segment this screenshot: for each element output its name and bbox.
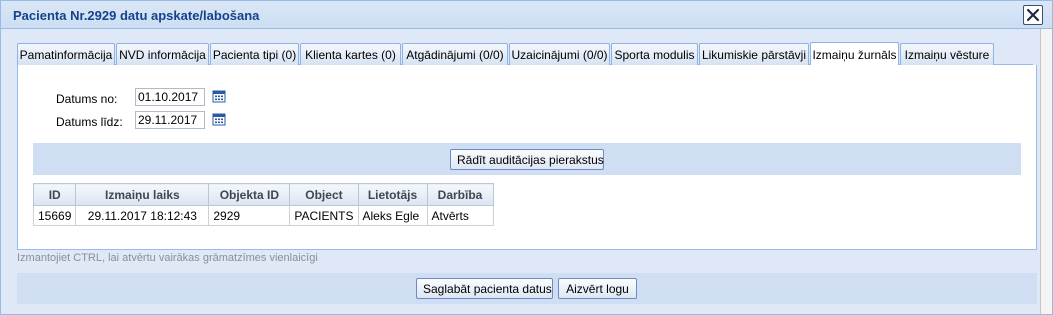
table-header-row: ID Izmaiņu laiks Objekta ID Object Lieto… [32,183,494,206]
audit-log-panel: Datums no: Datums līdz: Rādīt auditācija… [17,65,1037,250]
show-audit-records-button[interactable]: Rādīt auditācijas pierakstus [450,149,604,170]
tab-likumiskie-parstavji[interactable]: Likumiskie pārstāvji [699,43,809,65]
table-row[interactable]: 15669 29.11.2017 18:12:43 2929 PACIENTS … [32,205,494,226]
tab-atgadinajumi[interactable]: Atgādinājumi (0/0) [402,43,508,65]
audit-table: ID Izmaiņu laiks Objekta ID Object Lieto… [32,183,494,226]
cell-id: 15669 [32,205,77,226]
ctrl-hint-text: Izmantojiet CTRL, lai atvērtu vairākas g… [17,252,318,264]
date-from-label: Datums no: [56,92,118,106]
close-icon [1026,8,1040,22]
save-patient-button[interactable]: Saglabāt pacienta datus [416,278,553,299]
close-window-button[interactable] [1023,5,1043,25]
date-to-field[interactable] [135,111,205,129]
tab-nvd-informacija[interactable]: NVD informācija [116,43,209,65]
column-header-id[interactable]: ID [32,183,77,206]
date-to-label: Datums līdz: [56,115,123,129]
tab-izmainu-zurnals[interactable]: Izmaiņu žurnāls [810,42,899,66]
tab-sporta-modulis[interactable]: Sporta modulis [611,43,698,65]
calendar-icon[interactable] [212,89,226,103]
tab-klienta-kartes[interactable]: Klienta kartes (0) [300,43,401,65]
column-header-object-id[interactable]: Objekta ID [208,183,291,206]
tab-izmainu-vesture[interactable]: Izmaiņu vēsture [900,43,994,65]
scrollbar[interactable] [1040,29,1052,314]
cell-action: Atvērts [426,205,494,226]
date-from-field[interactable] [135,88,205,106]
cell-object: PACIENTS [289,205,359,226]
cell-change-time: 29.11.2017 18:12:43 [75,205,210,226]
column-header-change-time[interactable]: Izmaiņu laiks [75,183,210,206]
dialog-window: Pacienta Nr.2929 datu apskate/labošana P… [0,0,1053,315]
tab-pacienta-tipi[interactable]: Pacienta tipi (0) [210,43,299,65]
tab-uzaicinajumi[interactable]: Uzaicinājumi (0/0) [509,43,610,65]
footer-toolbar: Saglabāt pacienta datus Aizvērt logu [17,273,1037,304]
tab-pamatinformacija[interactable]: Pamatinformācija [17,43,115,65]
cell-user: Aleks Egle [357,205,428,226]
tab-bar: Pamatinformācija NVD informācija Pacient… [17,42,1033,66]
calendar-icon[interactable] [212,112,226,126]
column-header-action[interactable]: Darbība [426,183,494,206]
close-window-footer-button[interactable]: Aizvērt logu [558,278,637,299]
window-title: Pacienta Nr.2929 datu apskate/labošana [13,8,260,23]
column-header-user[interactable]: Lietotājs [357,183,428,206]
title-bar[interactable]: Pacienta Nr.2929 datu apskate/labošana [1,1,1052,29]
audit-toolbar: Rādīt auditācijas pierakstus [33,143,1021,175]
column-header-object[interactable]: Object [289,183,359,206]
cell-object-id: 2929 [208,205,291,226]
